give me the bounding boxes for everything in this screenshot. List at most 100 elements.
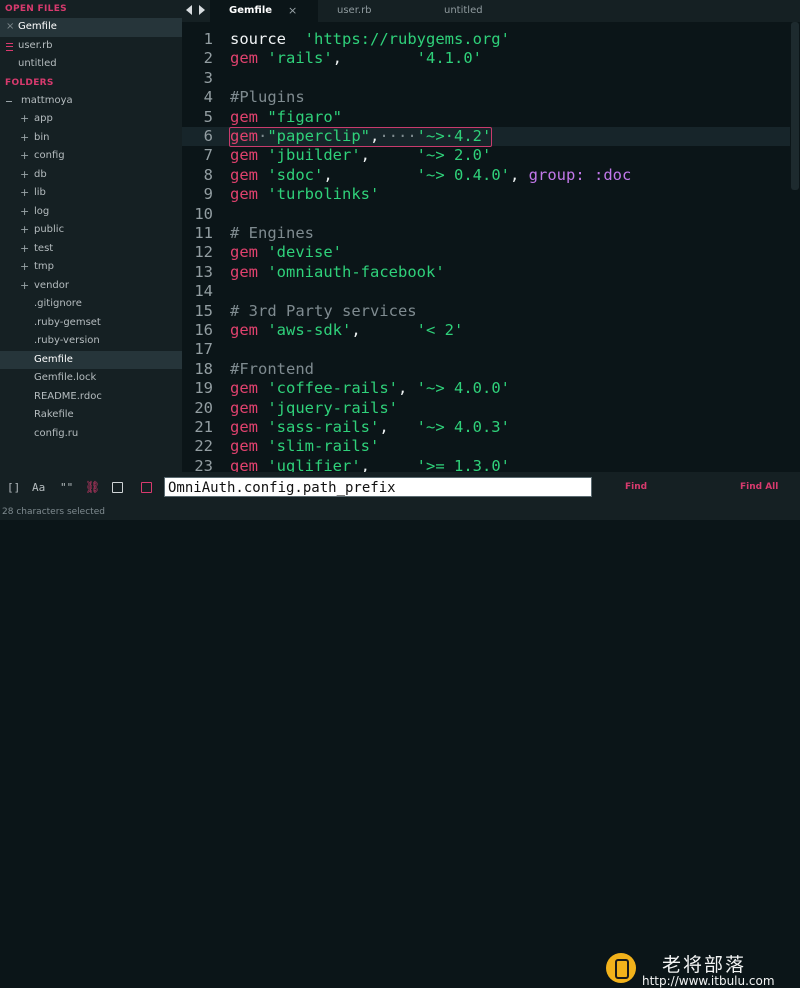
folder-item[interactable]: + db — [0, 166, 182, 185]
open-file-item[interactable]: user.rb — [0, 37, 182, 56]
line-number: 16 — [194, 321, 213, 339]
folder-item[interactable]: + lib — [0, 184, 182, 203]
code-line[interactable]: 4 #Plugins — [182, 88, 790, 107]
code-line[interactable]: 22 gem 'slim-rails' — [182, 437, 790, 456]
expand-icon[interactable]: + — [20, 240, 29, 259]
folder-item[interactable]: + tmp — [0, 258, 182, 277]
close-icon[interactable]: × — [6, 18, 14, 37]
expand-icon[interactable]: + — [20, 129, 29, 148]
code-text: source 'https://rubygems.org' — [230, 30, 510, 49]
file-item[interactable]: Rakefile — [0, 406, 182, 425]
tab-user-rb[interactable]: user.rb — [337, 0, 372, 22]
open-file-item[interactable]: untitled — [0, 55, 182, 74]
sidebar: OPEN FILES × Gemfile user.rb untitled FOLDE… — [0, 0, 182, 472]
code-token: , — [323, 165, 417, 184]
code-token: gem — [230, 185, 258, 204]
expand-icon[interactable]: + — [20, 277, 29, 296]
code-text: #Frontend — [230, 360, 314, 379]
folder-item[interactable]: + test — [0, 240, 182, 259]
folder-item[interactable]: + vendor — [0, 277, 182, 296]
folder-label: db — [34, 168, 47, 180]
code-token: 'https://rubygems.org' — [304, 30, 510, 48]
modified-file-icon — [6, 42, 13, 51]
whole-word-option-button[interactable]: "" — [60, 481, 73, 494]
code-line[interactable]: 10 — [182, 205, 790, 224]
folder-item[interactable]: + bin — [0, 129, 182, 148]
tab-gemfile[interactable]: Gemfile × — [210, 0, 318, 22]
expand-icon[interactable]: + — [20, 258, 29, 277]
code-line[interactable]: 7 gem 'jbuilder', '~> 2.0' — [182, 146, 790, 165]
folder-label: bin — [34, 131, 50, 143]
expand-icon[interactable]: + — [20, 221, 29, 240]
tab-next-arrow-icon[interactable] — [199, 5, 205, 15]
code-line[interactable]: 8 gem 'sdoc', '~> 0.4.0', group: :doc — [182, 166, 790, 185]
open-files-header: OPEN FILES — [5, 4, 67, 14]
code-line[interactable]: 5 gem "figaro" — [182, 108, 790, 127]
code-line[interactable]: 6 gem·"paperclip",····'~>·4.2' — [182, 127, 790, 147]
regex-option-button[interactable]: [] — [7, 481, 20, 494]
code-token: "figaro" — [267, 107, 342, 126]
find-input[interactable]: OmniAuth.config.path_prefix — [164, 477, 592, 497]
in-selection-option-icon[interactable] — [112, 482, 123, 493]
file-item[interactable]: README.rdoc — [0, 388, 182, 407]
code-line[interactable]: 19 gem 'coffee-rails', '~> 4.0.0' — [182, 379, 790, 398]
file-item[interactable]: Gemfile.lock — [0, 369, 182, 388]
code-line[interactable]: 1 source 'https://rubygems.org' — [182, 30, 790, 49]
code-line[interactable]: 23 gem 'uglifier', '>= 1.3.0' — [182, 457, 790, 472]
tab-close-icon[interactable]: × — [288, 0, 297, 22]
code-line[interactable]: 16 gem 'aws-sdk', '< 2' — [182, 321, 790, 340]
code-line[interactable]: 3 — [182, 69, 790, 88]
code-text: gem 'rails', '4.1.0' — [230, 49, 482, 68]
folder-root[interactable]: mattmoya — [0, 92, 182, 111]
expand-icon[interactable]: + — [20, 110, 29, 129]
code-line[interactable]: 17 — [182, 340, 790, 359]
code-token: 'devise' — [267, 243, 342, 262]
code-line[interactable]: 20 gem 'jquery-rails' — [182, 399, 790, 418]
file-item[interactable]: .ruby-gemset — [0, 314, 182, 333]
tab-untitled[interactable]: untitled — [444, 0, 483, 22]
highlight-matches-option-icon[interactable] — [141, 482, 152, 493]
folder-item[interactable]: + public — [0, 221, 182, 240]
code-token: group: — [528, 165, 585, 184]
code-line[interactable]: 9 gem 'turbolinks' — [182, 185, 790, 204]
expand-icon[interactable]: + — [20, 203, 29, 222]
code-token: 'jbuilder' — [267, 146, 361, 165]
file-label: config.ru — [34, 427, 79, 439]
folder-item[interactable]: + config — [0, 147, 182, 166]
folder-label: vendor — [34, 279, 69, 291]
file-item[interactable]: Gemfile — [0, 350, 182, 369]
scrollbar-thumb[interactable] — [791, 22, 799, 190]
open-file-label: user.rb — [18, 39, 53, 51]
case-sensitive-option-button[interactable]: Aa — [32, 481, 45, 494]
expand-icon[interactable]: + — [20, 166, 29, 185]
folder-root-label: mattmoya — [21, 94, 73, 106]
tab-prev-arrow-icon[interactable] — [186, 5, 192, 15]
file-item[interactable]: config.ru — [0, 425, 182, 444]
file-item[interactable]: .gitignore — [0, 295, 182, 314]
code-line[interactable]: 13 gem 'omniauth-facebook' — [182, 263, 790, 282]
status-bar: 28 characters selected — [0, 504, 800, 520]
find-button[interactable]: Find — [625, 482, 647, 492]
code-line[interactable]: 2 gem 'rails', '4.1.0' — [182, 49, 790, 68]
code-line[interactable]: 15 # 3rd Party services — [182, 302, 790, 321]
folder-item[interactable]: + app — [0, 110, 182, 129]
file-item[interactable]: .ruby-version — [0, 332, 182, 351]
code-token: # 3rd Party services — [230, 301, 417, 320]
editor-scrollbar[interactable] — [790, 22, 800, 472]
code-token: 'coffee-rails' — [267, 379, 398, 398]
code-line[interactable]: 18 #Frontend — [182, 360, 790, 379]
wrap-link-icon[interactable]: ⛓ — [85, 480, 100, 494]
code-token: , — [351, 321, 417, 339]
code-token: , — [398, 379, 417, 398]
code-line[interactable]: 21 gem 'sass-rails', '~> 4.0.3' — [182, 418, 790, 437]
find-all-button[interactable]: Find All — [740, 482, 778, 492]
code-line[interactable]: 12 gem 'devise' — [182, 243, 790, 262]
expand-icon[interactable]: + — [20, 184, 29, 203]
expand-icon[interactable]: + — [20, 147, 29, 166]
code-line[interactable]: 14 — [182, 282, 790, 301]
code-editor[interactable]: 1 source 'https://rubygems.org' 2 gem 'rail… — [182, 22, 790, 472]
code-token: 'sdoc' — [267, 165, 324, 184]
open-file-item[interactable]: × Gemfile — [0, 18, 182, 37]
code-line[interactable]: 11 # Engines — [182, 224, 790, 243]
folder-item[interactable]: + log — [0, 203, 182, 222]
